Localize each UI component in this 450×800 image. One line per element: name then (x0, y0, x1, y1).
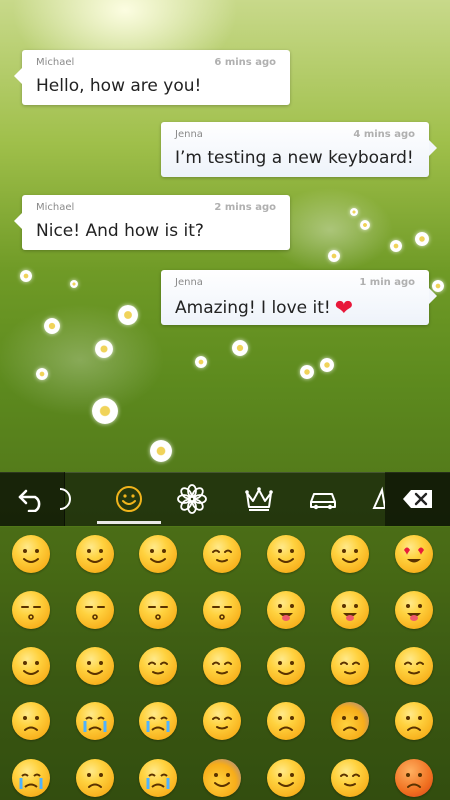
sender-name: Jenna (175, 277, 203, 288)
emoji-tongue-wink[interactable] (331, 591, 369, 629)
emoji-grimace[interactable] (76, 647, 114, 685)
timestamp: 1 min ago (359, 277, 415, 288)
message-text: Hello, how are you! (36, 76, 202, 96)
emoji-fearful[interactable] (331, 702, 369, 740)
emoji-blush-smile[interactable] (267, 535, 305, 573)
sender-name: Michael (36, 57, 75, 68)
flower-icon[interactable] (161, 472, 223, 526)
recent-icon[interactable] (60, 472, 90, 526)
sender-name: Michael (36, 202, 75, 213)
emoji-smile[interactable] (139, 535, 177, 573)
emoji-smirk[interactable] (267, 647, 305, 685)
emoji-relieved[interactable] (139, 647, 177, 685)
emoji-flushed[interactable] (12, 647, 50, 685)
emoji-kiss-blush[interactable] (203, 591, 241, 629)
message-bubble: Jenna 4 mins ago I’m testing a new keybo… (161, 122, 437, 177)
emoji-tired[interactable] (76, 759, 114, 797)
emoji-unamused[interactable] (331, 759, 369, 797)
active-category-indicator (97, 521, 161, 524)
car-icon[interactable] (292, 472, 354, 526)
message-text: Nice! And how is it? (36, 221, 204, 241)
backspace-icon[interactable] (385, 472, 450, 526)
emoji-sweat[interactable] (267, 702, 305, 740)
message-bubble: Michael 6 mins ago Hello, how are you! (14, 50, 290, 105)
symbols-icon[interactable] (360, 472, 385, 526)
message-text: Amazing! I love it! ❤ (175, 296, 353, 321)
emoji-starstruck[interactable] (76, 535, 114, 573)
emoji-squint[interactable] (331, 647, 369, 685)
emoji-kiss[interactable] (139, 591, 177, 629)
emoji-worried[interactable] (12, 702, 50, 740)
heart-icon: ❤ (334, 296, 354, 321)
message-bubble: Michael 2 mins ago Nice! And how is it? (14, 195, 290, 250)
timestamp: 6 mins ago (214, 57, 276, 68)
emoji-cold-sweat[interactable] (395, 702, 433, 740)
timestamp: 4 mins ago (353, 129, 415, 140)
emoji-grid (0, 527, 450, 800)
emoji-pensive[interactable] (203, 647, 241, 685)
emoji-angry[interactable] (395, 759, 433, 797)
crown-icon[interactable] (228, 472, 290, 526)
emoji-sobbing[interactable] (139, 702, 177, 740)
sender-name: Jenna (175, 129, 203, 140)
emoji-sleepy-tear[interactable] (12, 759, 50, 797)
emoji-yawn[interactable] (267, 759, 305, 797)
message-text-content: Amazing! I love it! (175, 298, 331, 318)
back-arrow-icon[interactable] (0, 472, 65, 526)
emoji-sleepy[interactable] (203, 702, 241, 740)
smiley-icon[interactable] (97, 472, 161, 526)
emoji-content[interactable] (203, 535, 241, 573)
message-bubble: Jenna 1 min ago Amazing! I love it! ❤ (161, 270, 437, 325)
emoji-kiss-closed[interactable] (76, 591, 114, 629)
emoji-heart-eyes[interactable] (395, 535, 433, 573)
emoji-category-bar (0, 472, 450, 526)
emoji-grin[interactable] (12, 535, 50, 573)
emoji-crying[interactable] (76, 702, 114, 740)
emoji-tongue-out[interactable] (267, 591, 305, 629)
emoji-kiss-heart[interactable] (12, 591, 50, 629)
message-text: I’m testing a new keyboard! (175, 148, 414, 168)
emoji-tongue-open[interactable] (395, 591, 433, 629)
emoji-angry-tears[interactable] (139, 759, 177, 797)
emoji-persevere[interactable] (395, 647, 433, 685)
timestamp: 2 mins ago (214, 202, 276, 213)
emoji-wink[interactable] (331, 535, 369, 573)
emoji-cold[interactable] (203, 759, 241, 797)
